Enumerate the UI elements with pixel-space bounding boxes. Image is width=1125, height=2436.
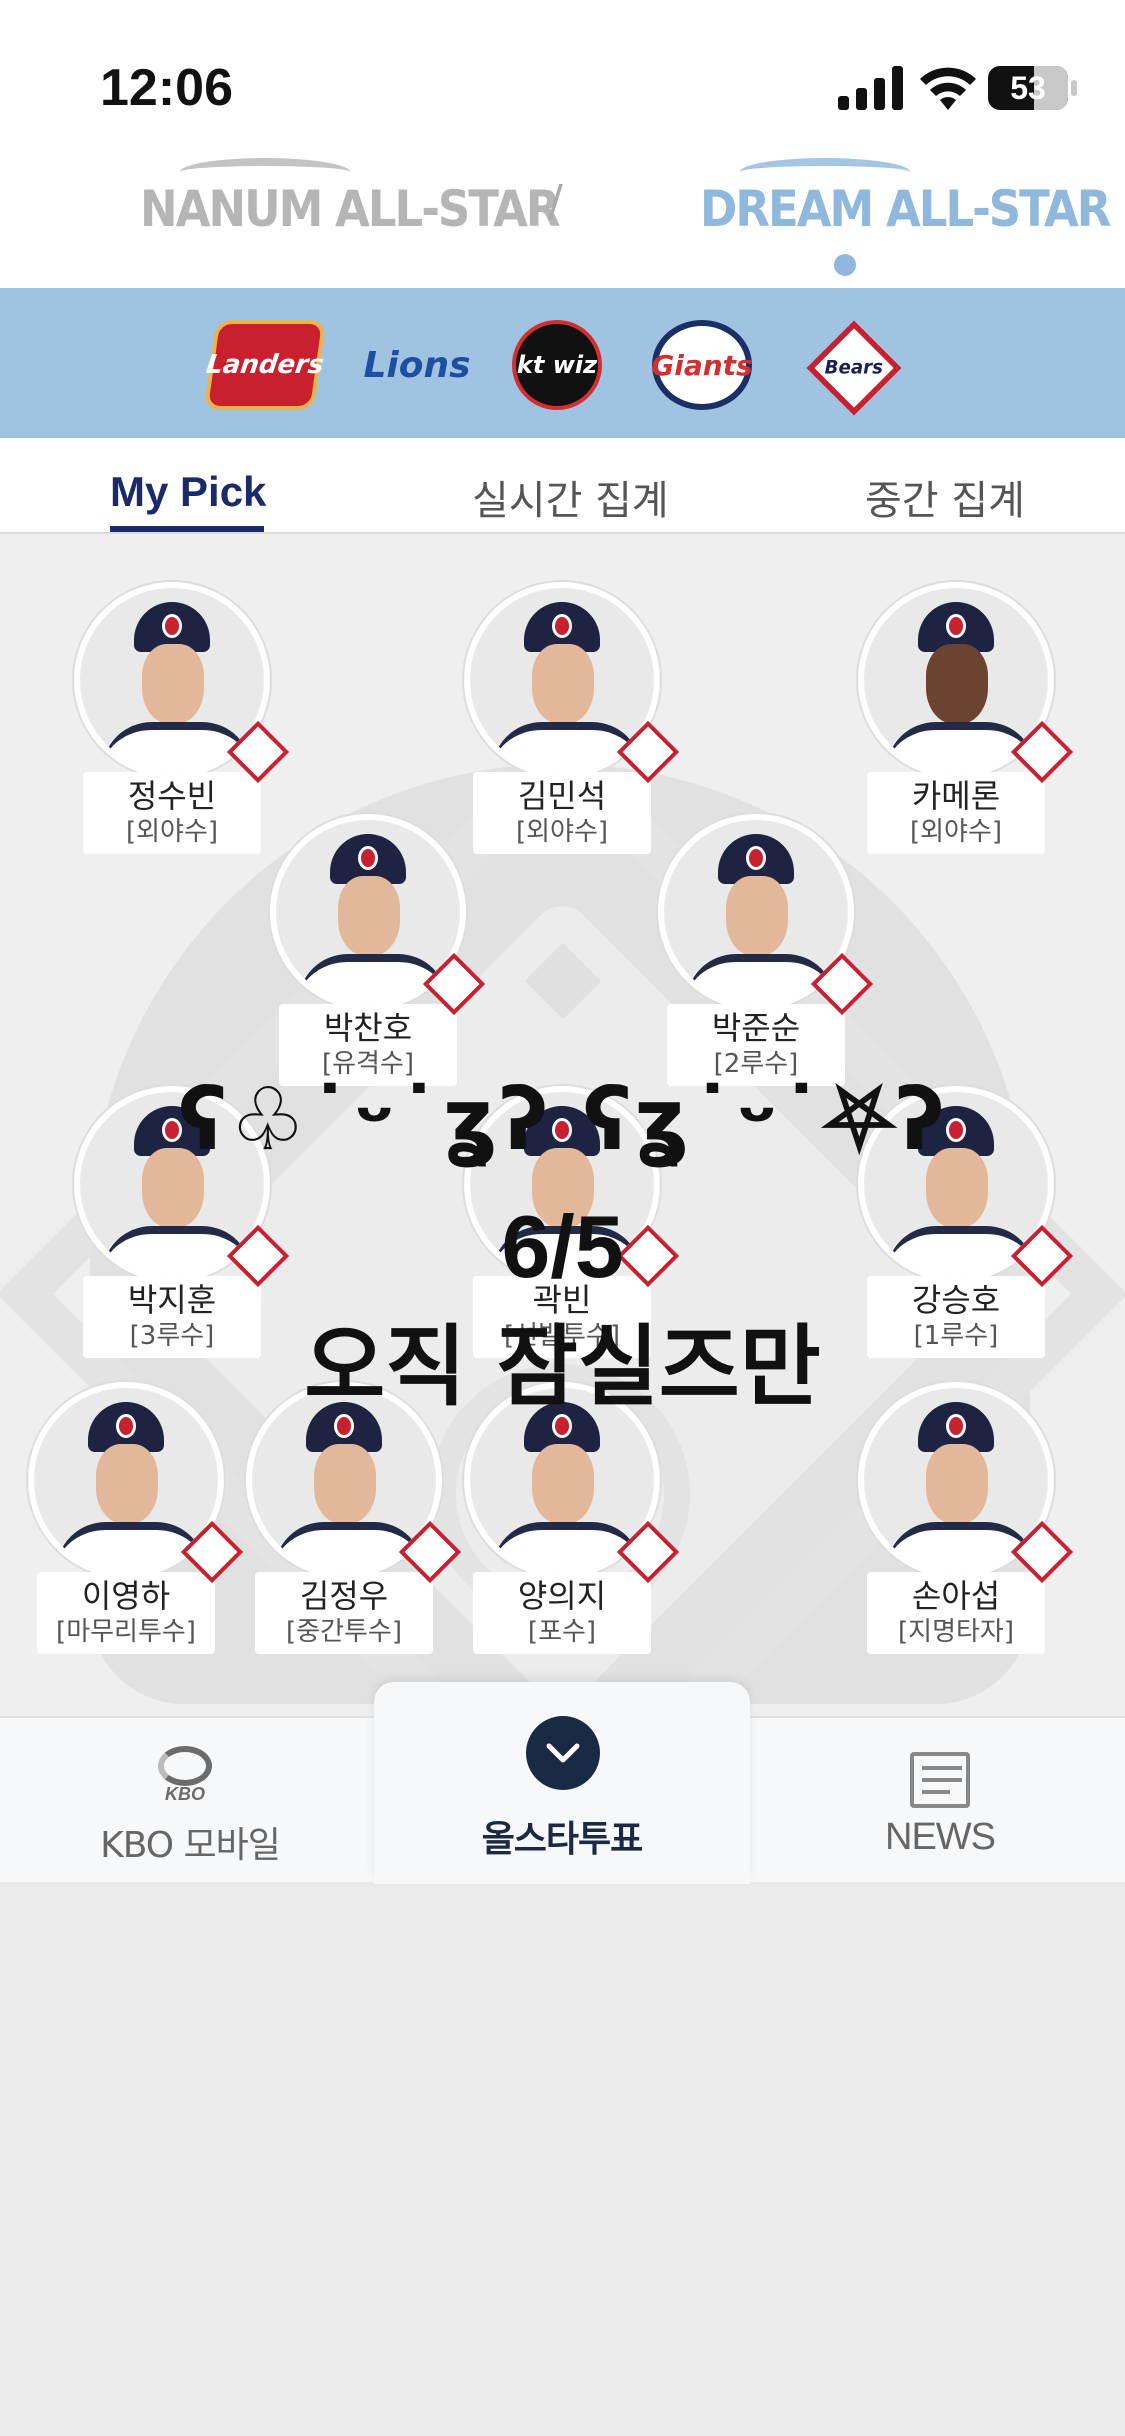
player-name: 김정우 bbox=[299, 1577, 389, 1615]
swoosh-icon bbox=[180, 158, 350, 186]
view-tabs: My Pick 실시간 집계 중간 집계 bbox=[0, 438, 1125, 534]
player-card[interactable]: 박찬호 [유격수] bbox=[268, 814, 486, 1086]
player-position: [마무리투수] bbox=[56, 1617, 196, 1647]
player-name: 박준순 bbox=[711, 1009, 801, 1047]
ktwiz-logo-icon[interactable]: kt wiz bbox=[512, 320, 602, 410]
player-name: 정수빈 bbox=[127, 777, 217, 815]
player-name: 양의지 bbox=[517, 1577, 607, 1615]
nav-allstar-vote[interactable]: 올스타투표 bbox=[374, 1682, 750, 1884]
status-bar: 12:06 53 bbox=[0, 0, 1125, 150]
player-name: 김민석 bbox=[517, 777, 607, 815]
header-separator: / bbox=[548, 176, 563, 227]
player-name: 카메론 bbox=[911, 777, 1001, 815]
swoosh-icon bbox=[740, 158, 910, 186]
player-card[interactable]: 박준순 [2루수] bbox=[656, 814, 874, 1086]
kaomoji-overlay: ʕ♧˙ᵕ˙ʓʔ ʕʓ˙ᵕ˙⛧ʔ bbox=[178, 1070, 947, 1170]
kbo-logo-icon bbox=[158, 1746, 212, 1786]
nav-kbo-mobile[interactable]: KBO KBO 모바일 bbox=[60, 1718, 320, 1884]
tab-my-pick[interactable]: My Pick bbox=[110, 468, 266, 516]
cellular-signal-icon bbox=[838, 66, 903, 110]
landers-logo-icon[interactable]: Landers bbox=[203, 320, 327, 410]
app-root: { "status_bar": {"time": "12:06", "batte… bbox=[0, 0, 1125, 2436]
lions-logo-icon[interactable]: Lions bbox=[362, 320, 472, 410]
player-position: [지명타자] bbox=[898, 1617, 1014, 1647]
bottom-nav: KBO KBO 모바일 올스타투표 NEWS bbox=[0, 1682, 1125, 1884]
nav-allstar-label: 올스타투표 bbox=[481, 1819, 644, 1860]
player-card[interactable]: 김민석 [외야수] bbox=[462, 582, 680, 854]
dream-allstar-label: DREAM ALL-STAR bbox=[700, 180, 1111, 238]
active-indicator-dot bbox=[834, 254, 856, 276]
player-position: [외야수] bbox=[515, 817, 609, 847]
slogan-overlay: 오직 잠실즈만 bbox=[304, 1315, 821, 1418]
giants-logo-icon[interactable]: Giants bbox=[651, 320, 753, 410]
player-card[interactable]: 정수빈 [외야수] bbox=[72, 582, 290, 854]
battery-level: 53 bbox=[1010, 70, 1046, 106]
nav-kbo-label: KBO 모바일 bbox=[100, 1825, 281, 1866]
team-filter-strip: Landers Lions kt wiz Giants Bears bbox=[0, 288, 1125, 438]
nav-news[interactable]: NEWS bbox=[820, 1718, 1060, 1884]
allstar-header: NANUM ALL-STAR / DREAM ALL-STAR bbox=[0, 150, 1125, 288]
status-time: 12:06 bbox=[100, 59, 233, 117]
chevron-down-icon[interactable] bbox=[526, 1716, 600, 1790]
player-card[interactable]: 카메론 [외야수] bbox=[856, 582, 1074, 854]
player-name: 박찬호 bbox=[323, 1009, 413, 1047]
battery-icon: 53 bbox=[988, 66, 1068, 110]
player-position: [외야수] bbox=[125, 817, 219, 847]
player-position: [중간투수] bbox=[286, 1617, 402, 1647]
nanum-allstar-label: NANUM ALL-STAR bbox=[140, 180, 561, 238]
bears-logo-icon[interactable]: Bears bbox=[806, 320, 902, 416]
player-position: [포수] bbox=[527, 1617, 597, 1647]
tab-interim-count[interactable]: 중간 집계 bbox=[865, 468, 1025, 526]
nav-news-label: NEWS bbox=[885, 1816, 996, 1858]
nanum-allstar-tab[interactable]: NANUM ALL-STAR bbox=[140, 158, 561, 238]
player-name: 손아섭 bbox=[911, 1577, 1001, 1615]
active-tab-underline bbox=[110, 526, 264, 532]
tab-realtime-count[interactable]: 실시간 집계 bbox=[472, 468, 669, 526]
date-overlay: 6/5 bbox=[501, 1197, 624, 1296]
player-position: [외야수] bbox=[909, 817, 1003, 847]
player-name: 이영하 bbox=[81, 1577, 171, 1615]
wifi-icon bbox=[920, 67, 976, 110]
kbo-logo-text: KBO bbox=[165, 1784, 205, 1804]
dream-allstar-tab[interactable]: DREAM ALL-STAR bbox=[700, 158, 1111, 238]
newspaper-icon bbox=[910, 1752, 970, 1808]
